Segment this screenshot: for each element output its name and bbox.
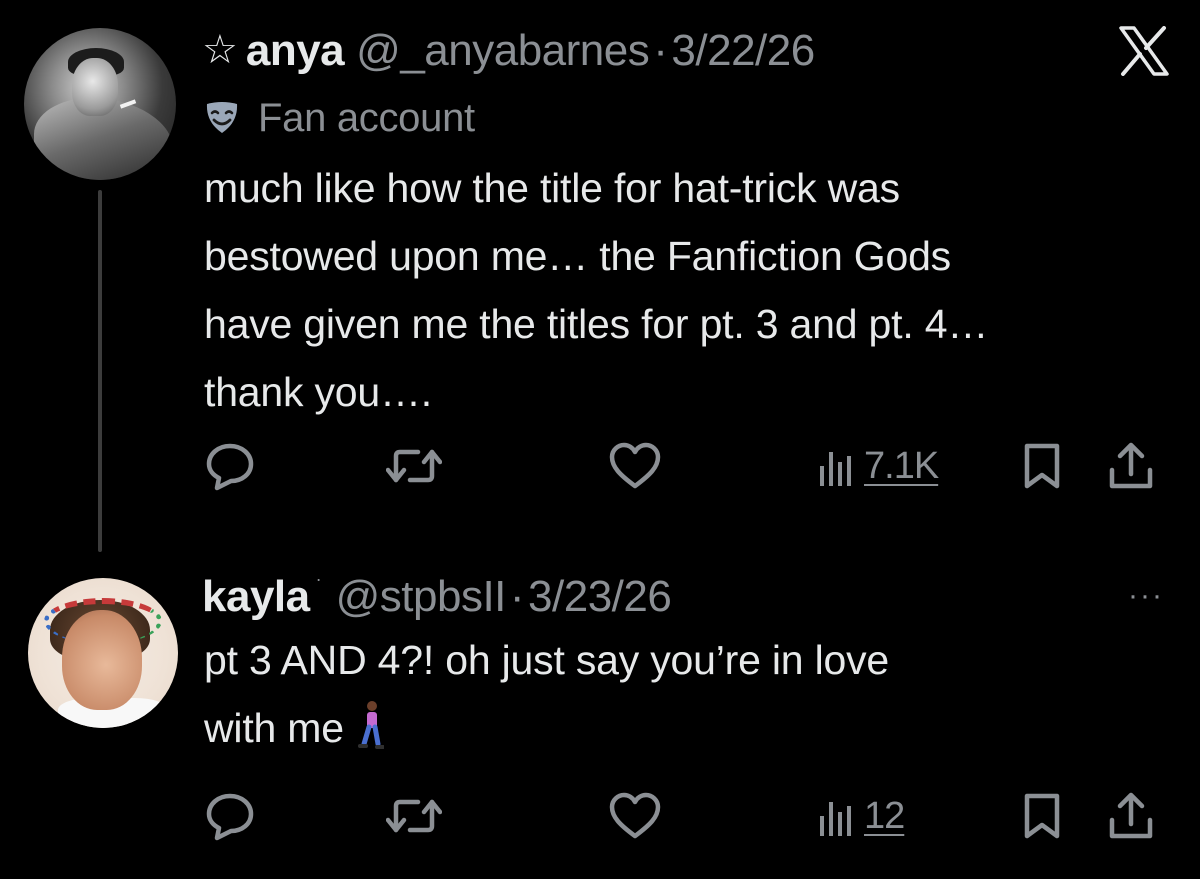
post-date[interactable]: 3/23/26 <box>528 570 672 624</box>
tweet-header: ☆ anya @_anyabarnes · 3/22/26 <box>202 24 815 78</box>
tweet-kayla[interactable]: kayla · @stpbsII · 3/23/26 ··· pt 3 AND … <box>0 540 1200 879</box>
avatar[interactable] <box>24 28 176 180</box>
views-icon <box>820 802 851 836</box>
tweet-text-line: have given me the titles for pt. 3 and p… <box>204 301 989 347</box>
share-button[interactable] <box>1108 788 1154 844</box>
repost-icon <box>386 799 442 833</box>
username-handle[interactable]: @_anyabarnes <box>356 24 650 78</box>
views-button[interactable]: 7.1K <box>818 438 939 494</box>
views-count[interactable]: 12 <box>864 795 905 838</box>
action-bar: 7.1K <box>204 438 1174 494</box>
reply-icon <box>206 443 254 491</box>
tweet-text-line: much like how the title for hat-trick wa… <box>204 165 900 211</box>
bookmark-icon <box>1024 793 1060 839</box>
share-icon <box>1109 792 1153 839</box>
name-dot: · <box>315 569 322 589</box>
username-handle[interactable]: @stpbsII <box>336 570 507 624</box>
repost-button[interactable] <box>386 788 442 844</box>
separator-dot: · <box>509 572 525 621</box>
bookmark-icon <box>1024 443 1060 489</box>
tweet-anya[interactable]: ☆ anya @_anyabarnes · 3/22/26 Fan accoun… <box>0 0 1200 540</box>
reply-button[interactable] <box>204 788 256 844</box>
action-bar: 12 <box>204 788 1174 844</box>
post-date[interactable]: 3/22/26 <box>671 24 815 78</box>
reply-button[interactable] <box>204 438 256 494</box>
star-icon: ☆ <box>202 28 238 72</box>
tweet-text: pt 3 AND 4?! oh just say you’re in love … <box>204 626 1184 762</box>
repost-icon <box>386 449 442 483</box>
tweet-text-line: thank you…. <box>204 369 432 415</box>
display-name[interactable]: anya <box>246 24 345 78</box>
account-label: Fan account <box>204 92 475 144</box>
like-button[interactable] <box>608 438 662 494</box>
display-name[interactable]: kayla <box>202 570 310 624</box>
share-button[interactable] <box>1108 438 1154 494</box>
person-walking-emoji-icon <box>357 701 384 749</box>
like-button[interactable] <box>608 788 662 844</box>
separator-dot: · <box>653 26 668 75</box>
tweet-text-line: bestowed upon me… the Fanfiction Gods <box>204 233 951 279</box>
tweet-header: kayla · @stpbsII · 3/23/26 <box>202 569 672 624</box>
reply-icon <box>206 793 254 841</box>
more-options-icon[interactable]: ··· <box>1128 581 1164 611</box>
tweet-text-line: pt 3 AND 4?! oh just say you’re in love <box>204 637 890 683</box>
bookmark-button[interactable] <box>1022 788 1062 844</box>
avatar[interactable] <box>28 578 178 728</box>
bookmark-button[interactable] <box>1022 438 1062 494</box>
views-count[interactable]: 7.1K <box>864 445 939 488</box>
tweet-text-line: with me <box>204 705 344 751</box>
repost-button[interactable] <box>386 438 442 494</box>
heart-icon <box>609 792 661 839</box>
views-button[interactable]: 12 <box>818 788 905 844</box>
tweet-text: much like how the title for hat-trick wa… <box>204 154 1184 426</box>
heart-icon <box>609 442 661 489</box>
theater-mask-icon <box>206 102 238 133</box>
fan-account-label: Fan account <box>258 95 475 140</box>
share-icon <box>1109 442 1153 489</box>
views-icon <box>820 452 851 486</box>
x-logo-icon <box>1119 26 1169 76</box>
